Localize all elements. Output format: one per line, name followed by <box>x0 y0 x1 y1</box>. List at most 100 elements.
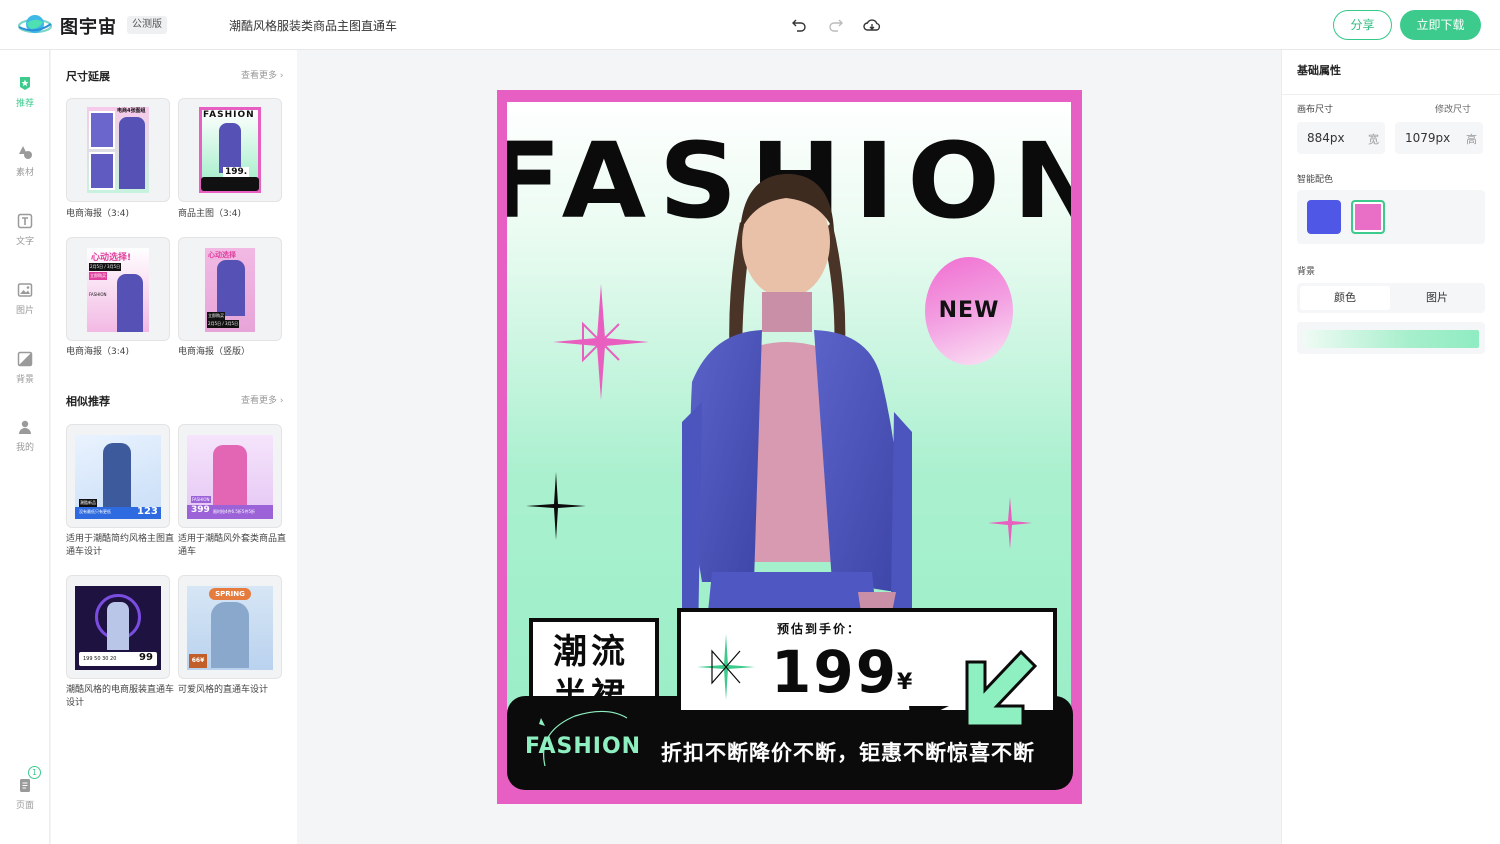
thumb-text: FASHION <box>191 496 211 503</box>
download-button[interactable]: 立即下载 <box>1400 10 1481 40</box>
thumb-preview: FASHION 199. <box>199 107 261 193</box>
template-panel: 尺寸延展 查看更多 › 电商4张图组 电商海报（3:4) FASHION 199… <box>51 50 297 844</box>
design-poster[interactable]: FASHION NEW <box>497 90 1082 804</box>
price-box[interactable]: 预估到手价： 199 ¥ <box>677 608 1057 728</box>
brand-text[interactable]: FASHION <box>525 734 641 759</box>
similar-template-card[interactable]: 399 限时抢4件6.5折5件5折 FASHION <box>178 424 282 528</box>
thumb-text: 立即购买 <box>207 312 225 320</box>
rail-item-materials[interactable]: 素材 <box>0 144 50 178</box>
user-icon <box>19 420 31 434</box>
thumb-text: 2月5日 / 3月5日 <box>207 320 240 328</box>
similar-template-card[interactable]: 没有最低只有更低 潮酷新品 123 <box>66 424 170 528</box>
slogan-text[interactable]: 折扣不断降价不断，钜惠不断惊喜不断 <box>661 737 1035 767</box>
shapes-icon <box>19 146 32 159</box>
thumb-model <box>103 443 131 509</box>
app-name: 图宇宙 <box>60 17 117 38</box>
canvas-width-field[interactable]: 884px 宽 <box>1297 122 1385 154</box>
logo-icon[interactable] <box>18 11 52 39</box>
thumb-text: FASHION <box>89 292 107 297</box>
rail-item-text[interactable]: 文字 <box>0 213 50 247</box>
template-caption: 电商海报（3:4) <box>66 347 129 357</box>
thumb-text: 限时抢4件6.5折5件5折 <box>213 509 255 514</box>
template-caption: 电商海报（竖版） <box>178 347 251 357</box>
thumb-photo <box>89 152 115 190</box>
document-title[interactable]: 潮酷风格服装类商品主图直通车 <box>229 17 397 34</box>
gradient-preview <box>1303 330 1479 348</box>
thumb-text: 123 <box>137 506 158 517</box>
width-value: 884px <box>1307 131 1345 145</box>
height-unit: 高 <box>1466 133 1477 146</box>
thumb-text: 电商4张图组 <box>117 108 146 114</box>
canvas-size-label: 画布尺寸 <box>1297 105 1334 115</box>
text-icon <box>17 213 33 229</box>
top-bar: 图宇宙 公测版 潮酷风格服装类商品主图直通车 分享 立即下载 <box>0 0 1500 50</box>
thumb-text: 心动选择! <box>91 253 132 263</box>
star-icon <box>20 77 30 90</box>
similar-section-title: 相似推荐 <box>66 395 110 408</box>
price-label: 预估到手价： <box>777 622 862 636</box>
color-swatch-pink[interactable] <box>1351 200 1385 234</box>
similar-see-more-link[interactable]: 查看更多 › <box>241 393 284 406</box>
template-caption: 电商海报（3:4) <box>66 209 129 219</box>
thumb-text: 心动选择 <box>208 251 236 259</box>
rail-item-recommend[interactable]: 推荐 <box>0 75 50 109</box>
size-template-card[interactable]: 心动选择! 2月5日 / 3月5日 立即购买 FASHION <box>66 237 170 341</box>
share-button[interactable]: 分享 <box>1333 10 1392 40</box>
template-caption: 可爱风格的直通车设计 <box>178 685 269 695</box>
rail-label: 页面 <box>15 801 34 811</box>
tab-background-image[interactable]: 图片 <box>1392 286 1482 310</box>
rail-item-mine[interactable]: 我的 <box>0 419 50 453</box>
thumb-preview: 没有最低只有更低 潮酷新品 123 <box>75 435 161 519</box>
similar-template-card[interactable]: 199 50 30 20 99 <box>66 575 170 679</box>
rail-item-pages[interactable]: 页面 <box>0 777 50 811</box>
cloud-save-icon[interactable] <box>862 15 882 35</box>
template-caption: 商品主图（3:4) <box>178 209 241 219</box>
size-template-card[interactable]: FASHION 199. <box>178 98 282 202</box>
thumb-preview: 199 50 30 20 99 <box>75 586 161 670</box>
background-icon <box>17 351 33 367</box>
sparkle-black-icon <box>526 472 586 540</box>
background-gradient-picker[interactable] <box>1297 322 1485 354</box>
rail-item-images[interactable]: 图片 <box>0 282 50 316</box>
pages-icon <box>20 779 30 792</box>
thumb-model <box>217 260 245 316</box>
similar-template-card[interactable]: SPRING 66¥ <box>178 575 282 679</box>
width-unit: 宽 <box>1368 133 1379 146</box>
thumb-preview: 心动选择! 2月5日 / 3月5日 立即购买 FASHION <box>87 248 149 332</box>
rail-label: 素材 <box>15 168 34 178</box>
properties-title: 基础属性 <box>1297 64 1341 77</box>
beta-badge: 公测版 <box>127 16 167 34</box>
price-tail-icon <box>909 706 949 724</box>
divider <box>1282 94 1500 95</box>
smart-color-label: 智能配色 <box>1297 175 1334 185</box>
tab-background-color[interactable]: 颜色 <box>1300 286 1390 310</box>
page-count-badge: 1 <box>28 766 41 779</box>
image-icon <box>17 283 33 297</box>
thumb-text: SPRING <box>209 588 251 600</box>
size-template-card[interactable]: 电商4张图组 <box>66 98 170 202</box>
redo-icon[interactable] <box>826 15 846 35</box>
new-badge[interactable]: NEW <box>925 257 1013 365</box>
color-swatch-group <box>1297 190 1485 244</box>
thumb-text: 199. <box>223 167 250 177</box>
undo-icon[interactable] <box>789 15 809 35</box>
thumb-text: 2月5日 / 3月5日 <box>89 263 122 271</box>
thumb-model <box>107 602 129 650</box>
canvas-area: FASHION NEW <box>297 50 1280 844</box>
background-label: 背景 <box>1297 267 1316 277</box>
rail-label: 我的 <box>15 443 34 453</box>
thumb-text: 399 <box>191 505 210 515</box>
thumb-preview: 399 限时抢4件6.5折5件5折 FASHION <box>187 435 273 519</box>
canvas-height-field[interactable]: 1079px 高 <box>1395 122 1483 154</box>
tag-line: 潮流 <box>553 632 629 672</box>
size-template-card[interactable]: 心动选择 立即购买 2月5日 / 3月5日 <box>178 237 282 341</box>
size-see-more-link[interactable]: 查看更多 › <box>241 68 284 81</box>
sparkle-green-icon <box>697 634 755 700</box>
resize-link[interactable]: 修改尺寸 <box>1435 102 1471 115</box>
price-value: 199 <box>771 638 899 706</box>
height-value: 1079px <box>1405 131 1451 145</box>
rail-item-background[interactable]: 背景 <box>0 351 50 385</box>
thumb-text: 66¥ <box>189 654 207 668</box>
color-swatch-blue[interactable] <box>1307 200 1341 234</box>
arrow-down-left-icon <box>965 649 1038 728</box>
